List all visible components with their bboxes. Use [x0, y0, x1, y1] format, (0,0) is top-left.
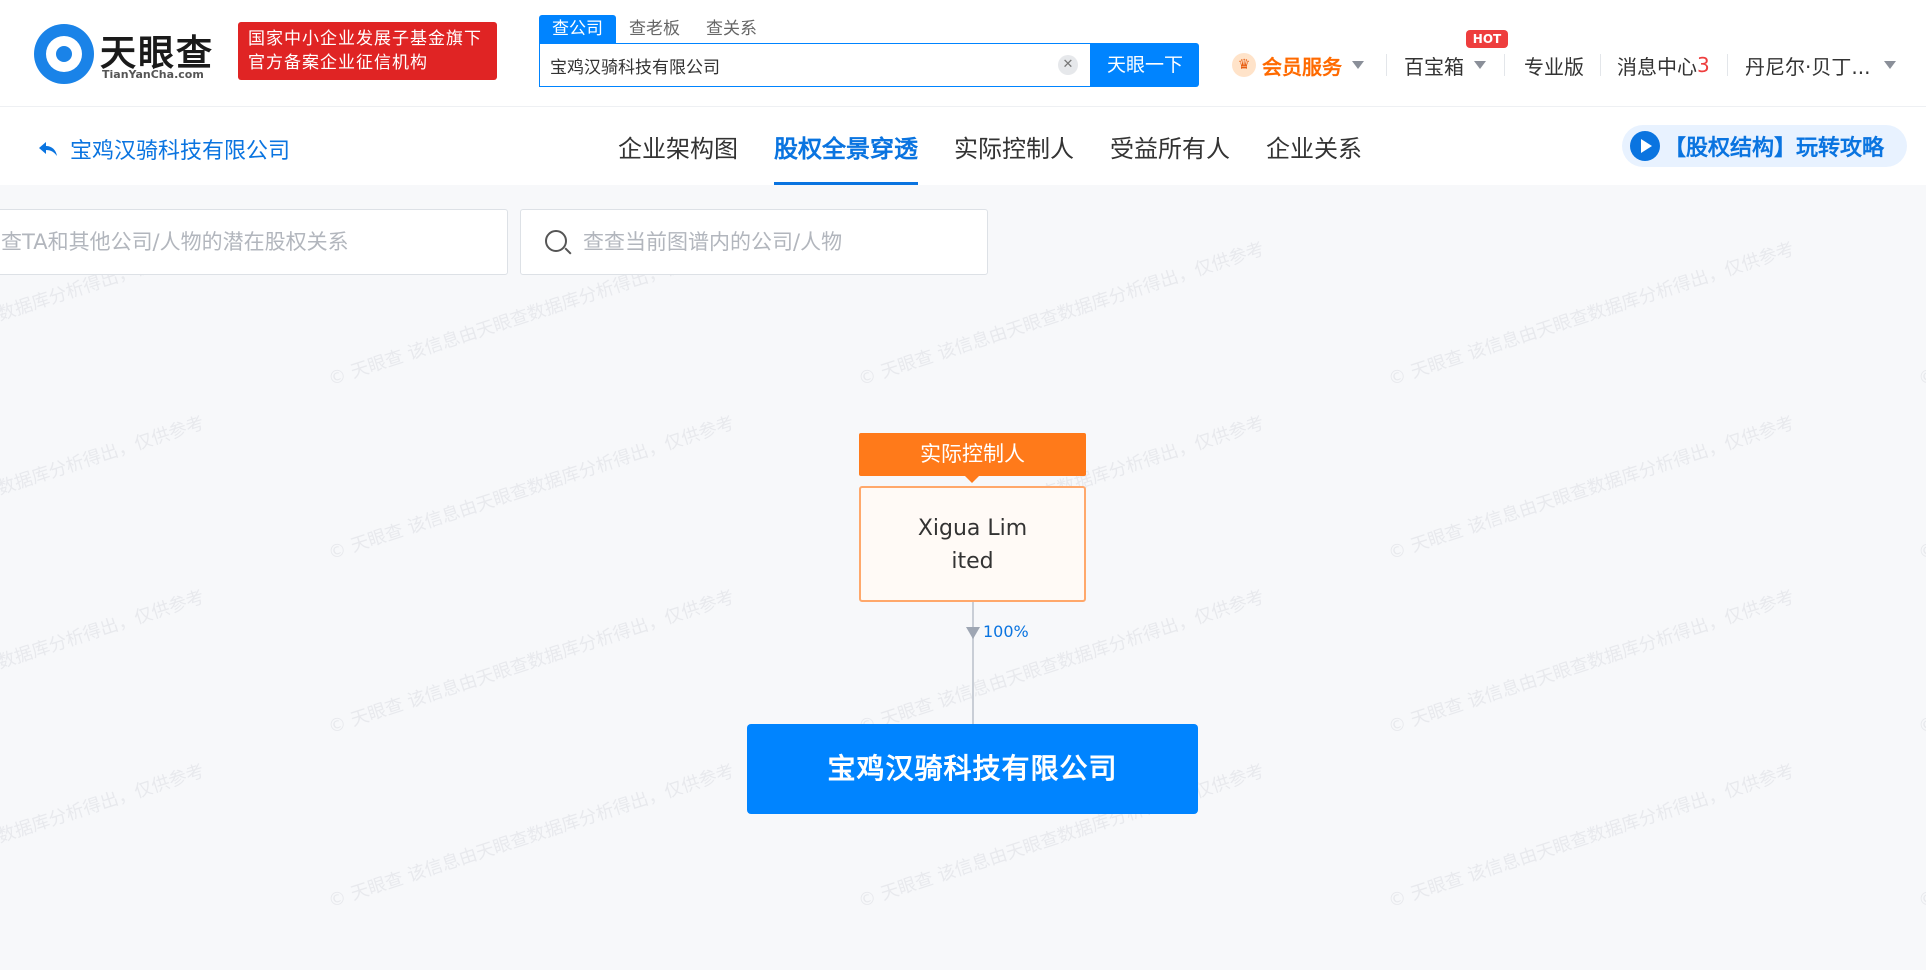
search-input[interactable] [550, 44, 1050, 86]
graph-search-placeholder: 查查当前图谱内的公司/人物 [583, 230, 843, 254]
watermark: © 天眼查 该信息由天眼查数据库分析得出，仅供参考 [0, 586, 207, 738]
nav-divider [1504, 54, 1505, 76]
back-arrow-icon [39, 142, 57, 156]
target-company-node[interactable]: 宝鸡汉骑科技有限公司 [747, 724, 1198, 814]
message-center-label: 消息中心 [1617, 54, 1697, 79]
watermark: © 天眼查 该信息由天眼查数据库分析得出，仅供参考 [1915, 761, 1926, 913]
badge-line-1: 国家中小企业发展子基金旗下 [248, 29, 482, 49]
arrow-down-icon [966, 627, 980, 639]
tab-actual-controller[interactable]: 实际控制人 [936, 107, 1092, 185]
watermark: © 天眼查 该信息由天眼查数据库分析得出，仅供参考 [1385, 412, 1797, 565]
tab-enterprise-relations[interactable]: 企业关系 [1248, 107, 1380, 185]
search-box: ✕ [539, 43, 1091, 87]
graph-tabs: 企业架构图 股权全景穿透 实际控制人 受益所有人 企业关系 [600, 107, 1380, 185]
user-menu[interactable]: 丹尼尔·贝丁... [1745, 50, 1897, 80]
back-company-name: 宝鸡汉骑科技有限公司 [70, 139, 291, 164]
equity-guide-label: 【股权结构】玩转攻略 [1664, 136, 1885, 161]
watermark: © 天眼查 该信息由天眼查数据库分析得出，仅供参考 [1385, 760, 1797, 913]
actual-controller-tag: 实际控制人 [859, 433, 1086, 483]
hot-badge: HOT [1466, 30, 1508, 48]
watermark: © 天眼查 该信息由天眼查数据库分析得出，仅供参考 [0, 760, 207, 912]
nav-divider [1727, 54, 1728, 76]
watermark: © 天眼查 该信息由天眼查数据库分析得出，仅供参考 [1915, 413, 1926, 565]
treasure-box-menu[interactable]: 百宝箱 [1404, 50, 1486, 80]
equity-share-label: 100% [983, 622, 1029, 641]
watermark: © 天眼查 该信息由天眼查数据库分析得出，仅供参考 [1385, 586, 1797, 739]
nav-divider [1600, 54, 1601, 76]
pro-version-label: 专业版 [1524, 54, 1584, 79]
tab-equity-penetration[interactable]: 股权全景穿透 [756, 107, 936, 185]
equity-edge [972, 602, 974, 724]
shareholder-node[interactable]: Xigua Limited [859, 486, 1086, 602]
chevron-down-icon [1884, 61, 1897, 69]
watermark: © 天眼查 该信息由天眼查数据库分析得出，仅供参考 [1385, 238, 1797, 391]
graph-search[interactable]: 查查当前图谱内的公司/人物 [520, 209, 988, 275]
message-count-badge: 3 [1697, 53, 1710, 77]
official-badge: 国家中小企业发展子基金旗下 官方备案企业征信机构 [238, 22, 497, 80]
watermark: © 天眼查 该信息由天眼查数据库分析得出，仅供参考 [1915, 587, 1926, 739]
search-button[interactable]: 天眼一下 [1091, 43, 1199, 87]
top-header: 天眼查 TianYanCha.com 国家中小企业发展子基金旗下 官方备案企业征… [0, 0, 1926, 107]
watermark: © 天眼查 该信息由天眼查数据库分析得出，仅供参考 [0, 412, 207, 564]
watermark: © 天眼查 该信息由天眼查数据库分析得出，仅供参考 [325, 760, 737, 913]
graph-subnav: 宝鸡汉骑科技有限公司 企业架构图 股权全景穿透 实际控制人 受益所有人 企业关系… [0, 107, 1926, 185]
watermark: © 天眼查 该信息由天眼查数据库分析得出，仅供参考 [325, 412, 737, 565]
crown-icon: ♛ [1232, 53, 1256, 77]
equity-guide-button[interactable]: 【股权结构】玩转攻略 [1622, 125, 1907, 167]
tab-search-company[interactable]: 查公司 [539, 15, 616, 43]
message-center-link[interactable]: 消息中心 3 [1617, 50, 1710, 80]
potential-relation-placeholder: 查TA和其他公司/人物的潜在股权关系 [1, 230, 349, 254]
pro-version-link[interactable]: 专业版 [1524, 50, 1584, 80]
watermark: © 天眼查 该信息由天眼查数据库分析得出，仅供参考 [855, 586, 1267, 739]
vip-service-label: 会员服务 [1262, 54, 1342, 79]
chevron-down-icon [1352, 61, 1364, 69]
chevron-down-icon [1474, 61, 1486, 69]
user-name: 丹尼尔·贝丁... [1745, 54, 1871, 79]
watermark: © 天眼查 该信息由天眼查数据库分析得出，仅供参考 [325, 586, 737, 739]
nav-divider [1386, 54, 1387, 76]
logo-domain: TianYanCha.com [102, 68, 204, 81]
logo-eye-icon [34, 24, 94, 84]
badge-line-2: 官方备案企业征信机构 [248, 53, 428, 73]
tab-search-relation[interactable]: 查关系 [693, 15, 770, 43]
back-to-company-link[interactable]: 宝鸡汉骑科技有限公司 [36, 133, 290, 165]
vip-service-menu[interactable]: ♛ 会员服务 [1232, 50, 1364, 80]
tab-beneficial-owner[interactable]: 受益所有人 [1092, 107, 1248, 185]
watermark: © 天眼查 该信息由天眼查数据库分析得出，仅供参考 [1915, 239, 1926, 391]
play-icon [1630, 131, 1660, 161]
search-type-tabs: 查公司 查老板 查关系 [539, 15, 770, 43]
potential-relation-search[interactable]: 查TA和其他公司/人物的潜在股权关系 [0, 209, 508, 275]
tianyancha-logo[interactable]: 天眼查 TianYanCha.com [34, 24, 224, 84]
treasure-box-label: 百宝箱 [1404, 54, 1464, 79]
clear-icon[interactable]: ✕ [1058, 55, 1078, 75]
tab-enterprise-structure[interactable]: 企业架构图 [600, 107, 756, 185]
tab-search-boss[interactable]: 查老板 [616, 15, 693, 43]
search-icon [545, 230, 567, 252]
